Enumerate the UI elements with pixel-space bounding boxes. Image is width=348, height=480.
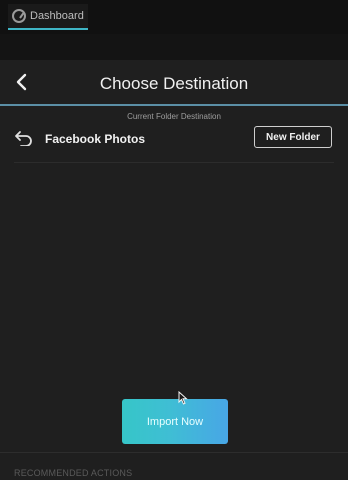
dashboard-tab-label: Dashboard [30, 10, 84, 22]
section-divider [0, 452, 348, 453]
recommended-actions-heading: RECOMMENDED ACTIONS [14, 468, 133, 478]
top-bar: Dashboard [0, 0, 348, 34]
gauge-icon [12, 9, 26, 23]
dashboard-tab[interactable]: Dashboard [8, 4, 88, 30]
current-folder-row: Facebook Photos New Folder [14, 124, 334, 163]
mouse-cursor-icon [178, 391, 188, 405]
folder-name: Facebook Photos [45, 132, 146, 146]
panel-header: Choose Destination [0, 60, 348, 106]
new-folder-button[interactable]: New Folder [254, 126, 332, 148]
current-folder-caption: Current Folder Destination [127, 112, 221, 121]
undo-arrow-icon[interactable] [14, 130, 34, 146]
choose-destination-panel: Choose Destination Current Folder Destin… [0, 60, 348, 480]
import-now-button[interactable]: Import Now [122, 399, 228, 444]
panel-title: Choose Destination [99, 74, 249, 93]
